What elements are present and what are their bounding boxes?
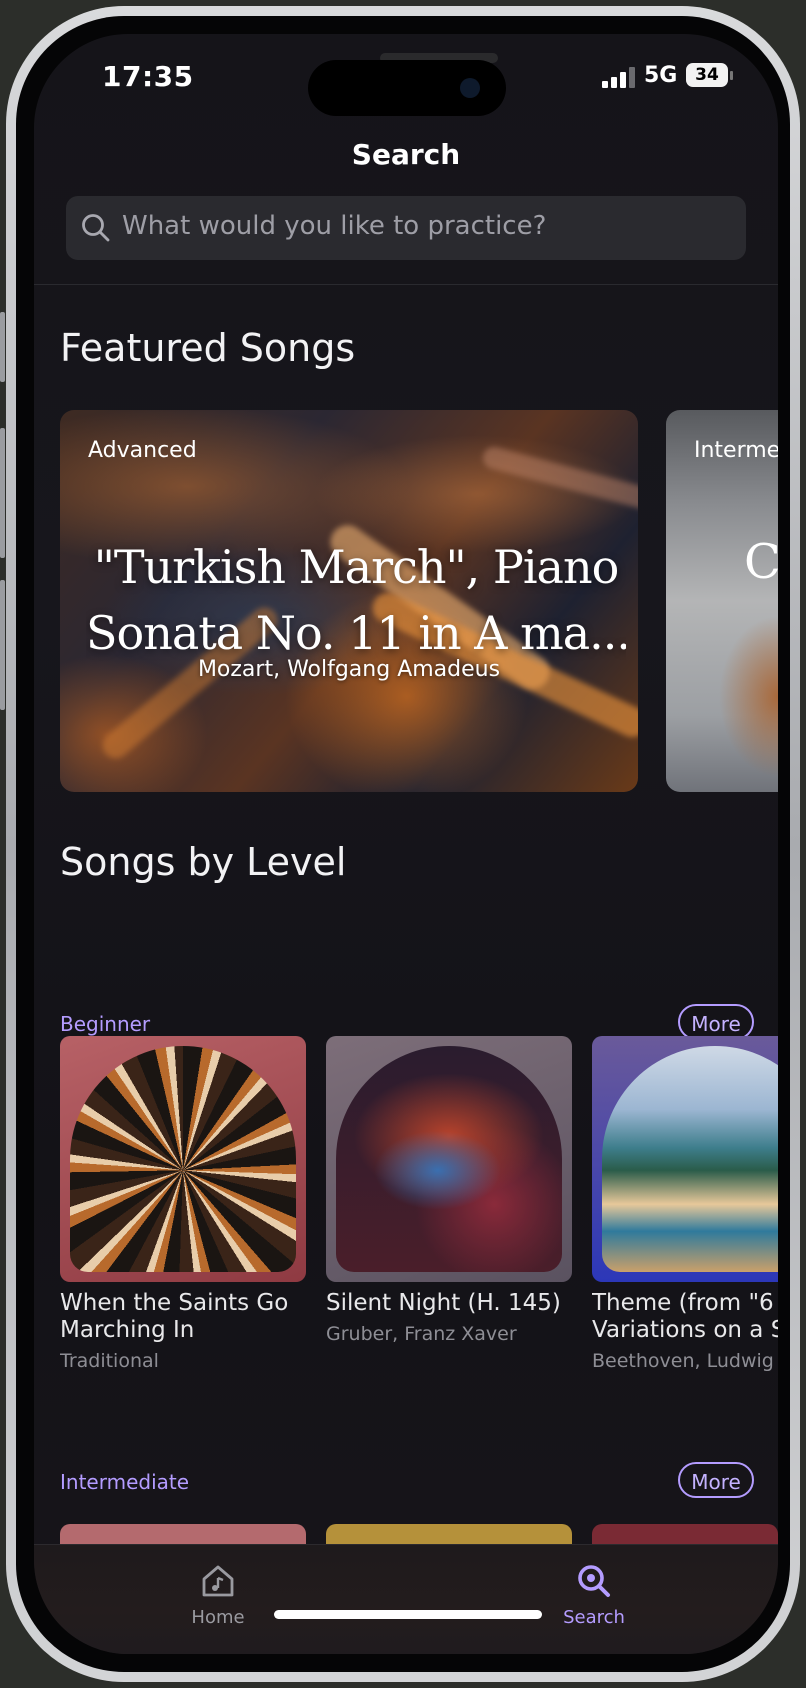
song-card[interactable]: Theme (from "6 Variations on a Sw Beetho… [592, 1036, 778, 1372]
level-label-intermediate: Intermediate [60, 1470, 190, 1494]
tab-label: Home [191, 1607, 245, 1628]
featured-level: Interme [694, 438, 778, 463]
song-artist: Traditional [60, 1350, 159, 1372]
network-label: 5G [644, 63, 678, 88]
song-card[interactable]: Silent Night (H. 145) Gruber, Franz Xave… [326, 1036, 572, 1345]
header-divider [34, 284, 778, 285]
song-artist: Gruber, Franz Xaver [326, 1323, 517, 1345]
side-button [0, 428, 5, 558]
featured-title-line: "Turkish March", Piano [93, 540, 620, 594]
camera-icon [460, 78, 480, 98]
home-indicator[interactable] [274, 1610, 542, 1619]
search-icon [578, 1565, 610, 1597]
song-artwork [60, 1036, 306, 1282]
featured-title: C [744, 534, 778, 590]
battery-icon: 34 [686, 63, 728, 87]
song-title: Silent Night (H. 145) [326, 1290, 561, 1316]
song-artwork [592, 1036, 778, 1282]
songs-by-level-heading: Songs by Level [60, 840, 347, 884]
side-button [0, 580, 5, 710]
status-time: 17:35 [102, 60, 194, 93]
tab-search[interactable]: Search [534, 1561, 654, 1628]
featured-card[interactable]: Advanced "Turkish March", Piano Sonata N… [60, 410, 638, 792]
tab-label: Search [563, 1607, 625, 1628]
dynamic-island [308, 60, 506, 116]
page-title: Search [351, 138, 461, 171]
artwork-streak [480, 444, 638, 518]
search-icon [82, 214, 110, 242]
featured-artist: Mozart, Wolfgang Amadeus [197, 657, 501, 682]
song-card[interactable]: When the Saints Go Marching In Tradition… [60, 1036, 306, 1372]
song-title: When the Saints Go Marching In [60, 1290, 289, 1343]
battery-tip [730, 71, 733, 80]
search-placeholder: What would you like to practice? [122, 211, 547, 241]
featured-level: Advanced [88, 438, 197, 463]
level-label-beginner: Beginner [60, 1012, 151, 1036]
featured-title: "Turkish March", Piano Sonata No. 11 in … [86, 534, 626, 666]
search-input[interactable]: What would you like to practice? [66, 196, 746, 260]
song-artwork [326, 1036, 572, 1282]
featured-card[interactable]: Interme C [666, 410, 778, 792]
home-music-icon [202, 1565, 234, 1597]
song-artist: Beethoven, Ludwig [592, 1350, 774, 1372]
song-title: Theme (from "6 Variations on a Sw [592, 1290, 778, 1343]
tab-bar: Home Search [34, 1544, 778, 1654]
more-button[interactable]: More [678, 1004, 754, 1040]
signal-icon [602, 66, 638, 88]
app-screen: 17:35 5G 34 Search What would you like t… [34, 34, 778, 1654]
more-button[interactable]: More [678, 1462, 754, 1498]
tab-home[interactable]: Home [158, 1561, 278, 1628]
featured-songs-heading: Featured Songs [60, 326, 356, 370]
side-button [0, 312, 5, 382]
